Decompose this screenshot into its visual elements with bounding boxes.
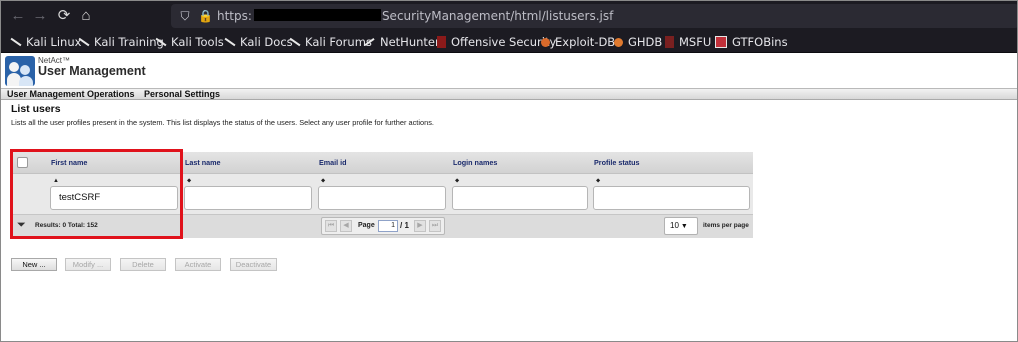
highlight-annotation-box — [10, 149, 183, 239]
bookmark-kali-linux[interactable]: Kali Linux — [9, 34, 81, 50]
bookmark-ghdb[interactable]: GHDB — [614, 34, 662, 50]
address-bar[interactable]: ⛉ 🔒 https: SecurityManagement/html/listus… — [171, 4, 1017, 28]
browser-toolbar: ← → ⟳ ⌂ ⛉ 🔒 https: SecurityManagement/htm… — [1, 1, 1017, 31]
screenshot-frame: ← → ⟳ ⌂ ⛉ 🔒 https: SecurityManagement/htm… — [0, 0, 1018, 342]
modify-button[interactable]: Modify ... — [65, 258, 111, 271]
new-button[interactable]: New ... — [11, 258, 57, 271]
bookmark-kali-forums[interactable]: Kali Forums — [288, 34, 372, 50]
ghdb-icon — [614, 37, 623, 47]
kali-dragon-icon — [223, 36, 235, 48]
email-id-filter-input[interactable] — [318, 186, 446, 210]
back-arrow-icon[interactable]: ← — [9, 7, 27, 25]
app-title: User Management — [38, 64, 146, 78]
users-logo-icon — [5, 56, 35, 86]
column-header-login-names[interactable]: Login names — [453, 158, 497, 167]
nethunter-icon — [363, 36, 375, 48]
forward-arrow-icon[interactable]: → — [31, 7, 49, 25]
login-names-filter-input[interactable] — [452, 186, 588, 210]
bookmark-msfu[interactable]: MSFU — [665, 34, 711, 50]
bookmark-kali-tools[interactable]: Kali Tools — [154, 34, 224, 50]
kali-dragon-icon — [77, 36, 89, 48]
bookmarks-toolbar: Kali Linux Kali Training Kali Tools Kali… — [1, 31, 1017, 53]
page-number-input[interactable]: 1 — [378, 220, 398, 232]
sort-icon[interactable]: ⬥ — [321, 178, 325, 185]
page-total: / 1 — [400, 221, 409, 230]
deactivate-button[interactable]: Deactivate — [230, 258, 277, 271]
delete-button[interactable]: Delete — [120, 258, 166, 271]
menu-personal-settings[interactable]: Personal Settings — [144, 89, 220, 100]
bookmark-offensive-security[interactable]: Offensive Security — [437, 34, 556, 50]
exploit-db-icon — [541, 37, 550, 47]
column-header-profile-status[interactable]: Profile status — [594, 158, 640, 167]
reload-icon[interactable]: ⟳ — [55, 7, 73, 25]
last-page-icon[interactable]: ⏭ — [429, 220, 441, 232]
home-icon[interactable]: ⌂ — [77, 7, 95, 25]
sort-icon[interactable]: ⬥ — [455, 178, 459, 185]
chevron-down-icon: ▼ — [680, 223, 688, 230]
app-header: NetAct™ User Management — [1, 54, 1017, 87]
bookmark-exploit-db[interactable]: Exploit-DB — [541, 34, 615, 50]
bookmark-kali-training[interactable]: Kali Training — [77, 34, 164, 50]
page-description: Lists all the user profiles present in t… — [11, 118, 434, 127]
msfu-icon — [665, 36, 674, 48]
items-per-page-label: items per page — [703, 222, 749, 229]
column-header-email-id[interactable]: Email id — [319, 158, 347, 167]
bookmark-kali-docs[interactable]: Kali Docs — [223, 34, 293, 50]
sort-icon[interactable]: ⬥ — [187, 178, 191, 185]
page-label: Page — [358, 222, 375, 229]
prev-page-icon[interactable]: ◀ — [340, 220, 352, 232]
bookmark-gtfobins[interactable]: GTFOBins — [715, 34, 788, 50]
next-page-icon[interactable]: ▶ — [414, 220, 426, 232]
lock-icon[interactable]: 🔒 — [198, 9, 213, 23]
first-page-icon[interactable]: ⏮ — [325, 220, 337, 232]
url-redaction — [253, 9, 381, 21]
sort-icon[interactable]: ⬥ — [596, 178, 600, 185]
page-title: List users — [11, 103, 61, 115]
kali-dragon-icon — [288, 36, 300, 48]
profile-status-filter-input[interactable] — [593, 186, 750, 210]
url-text: https: SecurityManagement/html/listusers.… — [217, 9, 614, 23]
pagination: ⏮ ◀ Page 1 / 1 ▶ ⏭ — [321, 217, 445, 235]
activate-button[interactable]: Activate — [175, 258, 221, 271]
column-header-last-name[interactable]: Last name — [185, 158, 221, 167]
offsec-icon — [437, 36, 446, 48]
kali-dragon-icon — [154, 36, 166, 48]
last-name-filter-input[interactable] — [184, 186, 312, 210]
menu-bar: User Management Operations Personal Sett… — [1, 88, 1017, 100]
shield-icon[interactable]: ⛉ — [179, 9, 191, 23]
items-per-page-select[interactable]: 10 ▼ — [664, 217, 698, 235]
bookmark-nethunter[interactable]: NetHunter — [363, 34, 440, 50]
menu-user-management-operations[interactable]: User Management Operations — [7, 89, 135, 100]
kali-dragon-icon — [9, 36, 21, 48]
gtfobins-icon — [715, 36, 727, 48]
